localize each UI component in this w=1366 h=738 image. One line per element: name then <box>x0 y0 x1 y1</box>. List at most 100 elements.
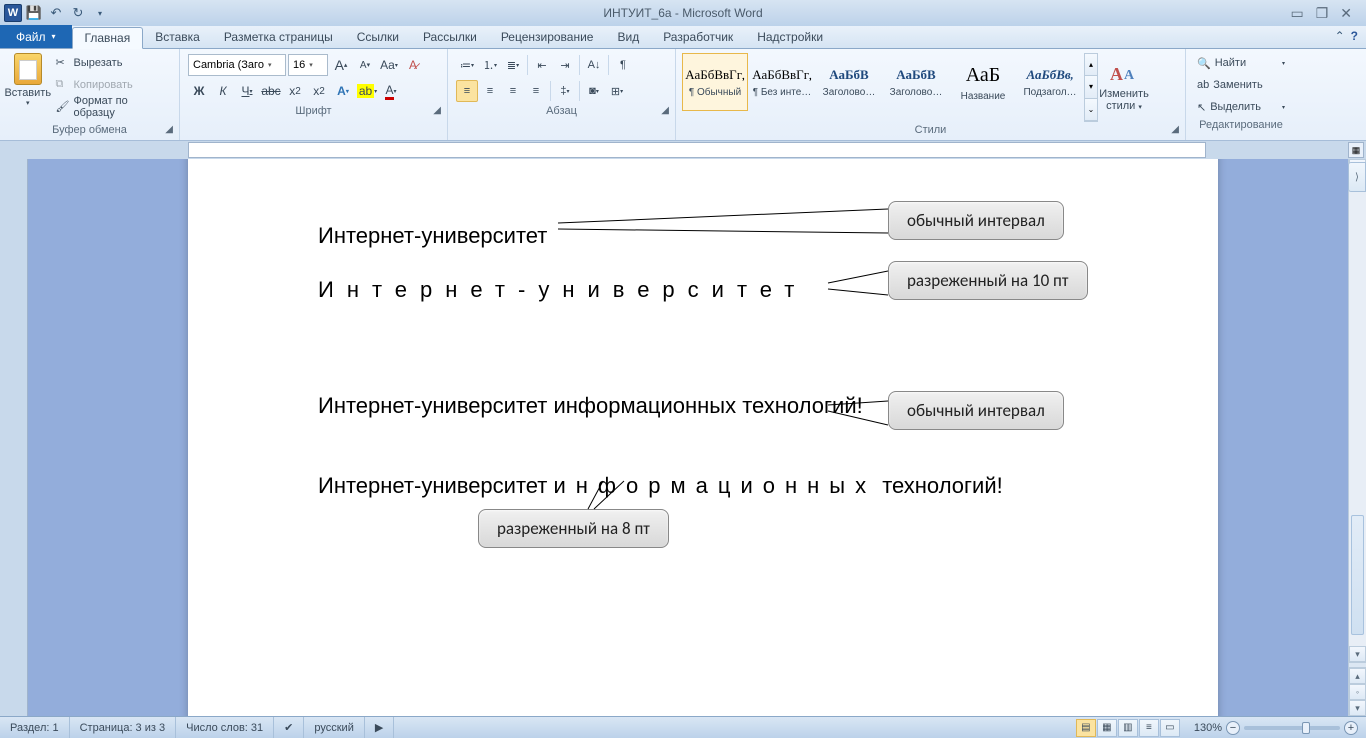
increase-indent-button[interactable]: ⇥ <box>554 54 576 76</box>
italic-button[interactable]: К <box>212 80 234 102</box>
status-section[interactable]: Раздел: 1 <box>0 717 70 738</box>
style-heading1[interactable]: АаБбВЗаголово… <box>816 53 882 111</box>
status-words[interactable]: Число слов: 31 <box>176 717 274 738</box>
tab-mailings[interactable]: Рассылки <box>411 26 489 48</box>
justify-button[interactable]: ≡ <box>525 80 547 102</box>
bold-button[interactable]: Ж <box>188 80 210 102</box>
copy-button[interactable]: ⧉Копировать <box>56 75 171 95</box>
web-layout-view-icon[interactable]: ▥ <box>1118 719 1138 737</box>
outline-view-icon[interactable]: ≡ <box>1139 719 1159 737</box>
font-launcher-icon[interactable]: ◢ <box>433 105 441 116</box>
callout-1[interactable]: обычный интервал <box>888 201 1064 240</box>
decrease-indent-button[interactable]: ⇤ <box>531 54 553 76</box>
font-name-combo[interactable]: Cambria (Заго▾ <box>188 54 286 76</box>
minimize-ribbon-icon[interactable]: ⌃ <box>1335 29 1345 43</box>
save-icon[interactable]: 💾 <box>24 3 44 23</box>
tab-addins[interactable]: Надстройки <box>745 26 835 48</box>
zoom-slider[interactable] <box>1244 726 1340 730</box>
horizontal-ruler[interactable]: ▦ <box>0 141 1366 159</box>
status-macro[interactable]: ▶ <box>365 717 394 738</box>
prev-page-icon[interactable]: ▴ <box>1349 668 1366 684</box>
scroll-track[interactable] <box>1349 175 1366 646</box>
status-proofing[interactable]: ✔ <box>274 717 304 738</box>
text-effects-button[interactable]: A▾ <box>332 80 354 102</box>
text-line-4[interactable]: Интернет-университет информационных техн… <box>318 473 1088 499</box>
undo-icon[interactable]: ↶ <box>46 3 66 23</box>
vertical-scrollbar[interactable]: ▴ ▾ ▴ ◦ ▾ <box>1348 159 1366 716</box>
qat-customize-icon[interactable]: ▾ <box>90 3 110 23</box>
word-app-icon[interactable]: W <box>4 4 22 22</box>
scroll-thumb[interactable] <box>1351 515 1364 635</box>
page[interactable]: Интернет-университет Интернет-университе… <box>188 159 1218 716</box>
status-language[interactable]: русский <box>304 717 364 738</box>
font-size-combo[interactable]: 16▾ <box>288 54 328 76</box>
print-layout-view-icon[interactable]: ▤ <box>1076 719 1096 737</box>
restore-icon[interactable]: ❐ <box>1316 5 1329 22</box>
shading-button[interactable]: ◙▾ <box>583 80 605 102</box>
zoom-level[interactable]: 130% <box>1194 722 1222 734</box>
format-painter-button[interactable]: 🖌Формат по образцу <box>56 97 171 117</box>
sort-button[interactable]: A↓ <box>583 54 605 76</box>
help-icon[interactable]: ? <box>1351 29 1358 43</box>
scroll-down-icon[interactable]: ▾ <box>1349 646 1366 662</box>
style-subtitle[interactable]: АаБбВв,Подзагол… <box>1017 53 1083 111</box>
font-color-button[interactable]: A▾ <box>380 80 402 102</box>
gallery-more-icon[interactable]: ⌄ <box>1085 99 1097 121</box>
browse-object-icon[interactable]: ◦ <box>1349 684 1366 700</box>
draft-view-icon[interactable]: ▭ <box>1160 719 1180 737</box>
replace-button[interactable]: abЗаменить <box>1194 75 1288 95</box>
redo-icon[interactable]: ↻ <box>68 3 88 23</box>
subscript-button[interactable]: x2 <box>284 80 306 102</box>
callout-2[interactable]: разреженный на 10 пт <box>888 261 1088 300</box>
styles-launcher-icon[interactable]: ◢ <box>1171 124 1179 135</box>
style-title[interactable]: АаБНазвание <box>950 53 1016 111</box>
zoom-in-button[interactable]: + <box>1344 721 1358 735</box>
style-no-spacing[interactable]: АаБбВвГг,¶ Без инте… <box>749 53 815 111</box>
gallery-up-icon[interactable]: ▴ <box>1085 54 1097 76</box>
align-center-button[interactable]: ≡ <box>479 80 501 102</box>
bullets-button[interactable]: ≔▾ <box>456 54 478 76</box>
align-right-button[interactable]: ≡ <box>502 80 524 102</box>
clipboard-launcher-icon[interactable]: ◢ <box>165 124 173 135</box>
tab-insert[interactable]: Вставка <box>143 26 212 48</box>
tab-home[interactable]: Главная <box>72 27 144 49</box>
zoom-out-button[interactable]: − <box>1226 721 1240 735</box>
select-button[interactable]: ↖Выделить▾ <box>1194 97 1288 117</box>
style-normal[interactable]: АаБбВвГг,¶ Обычный <box>682 53 748 111</box>
line-spacing-button[interactable]: ‡▾ <box>554 80 576 102</box>
cut-button[interactable]: ✂Вырезать <box>56 53 171 73</box>
superscript-button[interactable]: x2 <box>308 80 330 102</box>
ruler-toggle-icon[interactable]: ▦ <box>1348 142 1364 158</box>
zoom-thumb[interactable] <box>1302 722 1310 734</box>
change-case-button[interactable]: Aa▾ <box>378 54 400 76</box>
grow-font-button[interactable]: A▴ <box>330 54 352 76</box>
side-panel-toggle[interactable]: ⟩ <box>1348 162 1366 192</box>
vertical-ruler[interactable] <box>0 159 28 716</box>
callout-4[interactable]: разреженный на 8 пт <box>478 509 669 548</box>
style-heading2[interactable]: АаБбВЗаголово… <box>883 53 949 111</box>
next-page-icon[interactable]: ▾ <box>1349 700 1366 716</box>
underline-button[interactable]: Ч▾ <box>236 80 258 102</box>
tab-references[interactable]: Ссылки <box>345 26 411 48</box>
tab-developer[interactable]: Разработчик <box>651 26 745 48</box>
tab-review[interactable]: Рецензирование <box>489 26 606 48</box>
full-screen-view-icon[interactable]: ▦ <box>1097 719 1117 737</box>
tab-page-layout[interactable]: Разметка страницы <box>212 26 345 48</box>
gallery-down-icon[interactable]: ▾ <box>1085 76 1097 98</box>
find-button[interactable]: 🔍Найти▾ <box>1194 53 1288 73</box>
numbering-button[interactable]: ⒈▾ <box>479 54 501 76</box>
minimize-icon[interactable]: ▭ <box>1290 5 1303 22</box>
multilevel-button[interactable]: ≣▾ <box>502 54 524 76</box>
shrink-font-button[interactable]: A▾ <box>354 54 376 76</box>
file-tab[interactable]: Файл▾ <box>0 25 72 48</box>
status-page[interactable]: Страница: 3 из 3 <box>70 717 177 738</box>
borders-button[interactable]: ⊞▾ <box>606 80 628 102</box>
document-viewport[interactable]: Интернет-университет Интернет-университе… <box>28 159 1366 716</box>
paragraph-launcher-icon[interactable]: ◢ <box>661 105 669 116</box>
clear-formatting-button[interactable]: A̷ <box>402 54 424 76</box>
align-left-button[interactable]: ≡ <box>456 80 478 102</box>
show-marks-button[interactable]: ¶ <box>612 54 634 76</box>
change-styles-button[interactable]: AA Изменить стили ▾ <box>1099 53 1149 122</box>
close-icon[interactable]: ✕ <box>1340 5 1352 22</box>
callout-3[interactable]: обычный интервал <box>888 391 1064 430</box>
